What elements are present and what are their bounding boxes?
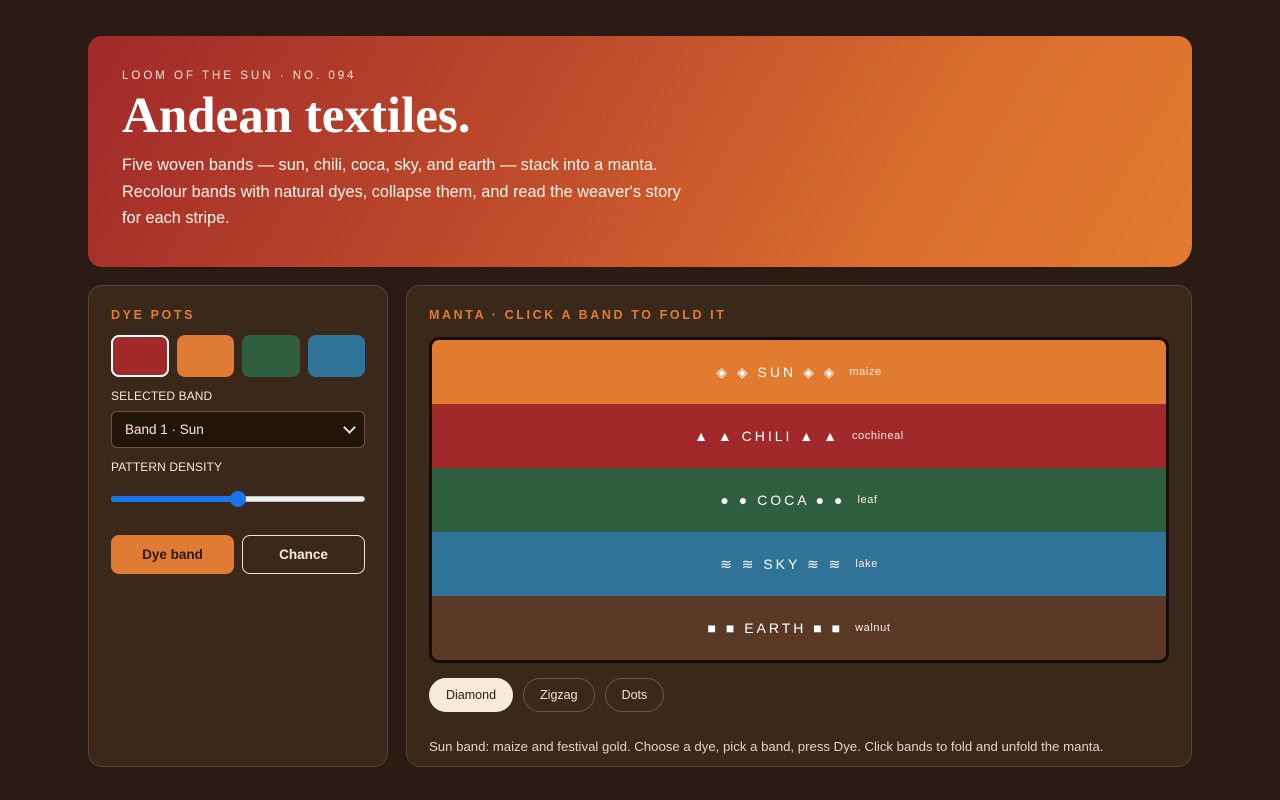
pattern-zigzag[interactable]: Zigzag [523, 678, 595, 712]
hero-title: Andean textiles. [122, 88, 471, 144]
selected-band-label: SELECTED BAND [111, 389, 213, 403]
band-story: Sun band: maize and festival gold. Choos… [429, 739, 1104, 754]
dye-pot-maize[interactable] [176, 335, 235, 377]
hero-banner: LOOM OF THE SUN · NO. 094 Andean textile… [88, 36, 1192, 267]
band-label: ● ● COCA ● ● [720, 492, 846, 508]
pattern-density-slider[interactable] [111, 491, 365, 507]
pattern-dots[interactable]: Dots [604, 678, 665, 712]
hero-eyebrow: LOOM OF THE SUN · NO. 094 [122, 70, 357, 82]
dye-pot-cochineal[interactable] [111, 335, 169, 377]
pattern-pills: Diamond Zigzag Dots [429, 678, 1169, 712]
band-coca[interactable]: ● ● COCA ● ● leaf [432, 468, 1166, 532]
band-sky[interactable]: ≋ ≋ SKY ≋ ≋ lake [432, 532, 1166, 596]
band-label: ≋ ≋ SKY ≋ ≋ [720, 555, 844, 572]
dye-pot-swatches [111, 335, 365, 377]
dye-band-button[interactable]: Dye band [111, 535, 234, 574]
dye-pot-lake[interactable] [307, 335, 365, 377]
dye-pots-panel: DYE POTS SELECTED BAND Band 1 · Sun PATT… [88, 285, 388, 767]
dye-pots-title: DYE POTS [111, 308, 196, 322]
band-label: ▲ ▲ CHILI ▲ ▲ [694, 428, 840, 444]
band-sun[interactable]: ◈ ◈ SUN ◈ ◈ maize [432, 340, 1166, 404]
band-label: ■ ■ EARTH ■ ■ [707, 620, 844, 636]
band-dye: leaf [857, 494, 878, 506]
band-dye: maize [849, 366, 882, 378]
selected-band-value: Band 1 · Sun [125, 422, 204, 437]
chance-button[interactable]: Chance [242, 535, 365, 574]
band-earth[interactable]: ■ ■ EARTH ■ ■ walnut [432, 596, 1166, 660]
band-dye: walnut [855, 622, 891, 634]
manta-panel: MANTA · CLICK A BAND TO FOLD IT ◈ ◈ SUN … [406, 285, 1192, 767]
band-chili[interactable]: ▲ ▲ CHILI ▲ ▲ cochineal [432, 404, 1166, 468]
chevron-down-icon [343, 420, 356, 434]
band-dye: cochineal [851, 430, 904, 442]
band-label: ◈ ◈ SUN ◈ ◈ [716, 363, 838, 380]
band-dye: lake [855, 558, 878, 570]
manta-loom: ◈ ◈ SUN ◈ ◈ maize ▲ ▲ CHILI ▲ ▲ cochineal ● … [429, 337, 1169, 663]
dye-pot-leaf[interactable] [242, 335, 300, 377]
hero-description: Five woven bands — sun, chili, coca, sky… [122, 156, 681, 228]
selected-band-select[interactable]: Band 1 · Sun [111, 411, 365, 448]
pattern-diamond[interactable]: Diamond [429, 678, 514, 712]
slider-fill [111, 496, 238, 502]
manta-title: MANTA · CLICK A BAND TO FOLD IT [429, 308, 727, 322]
slider-thumb[interactable] [230, 491, 246, 507]
pattern-density-label: PATTERN DENSITY [111, 460, 223, 474]
